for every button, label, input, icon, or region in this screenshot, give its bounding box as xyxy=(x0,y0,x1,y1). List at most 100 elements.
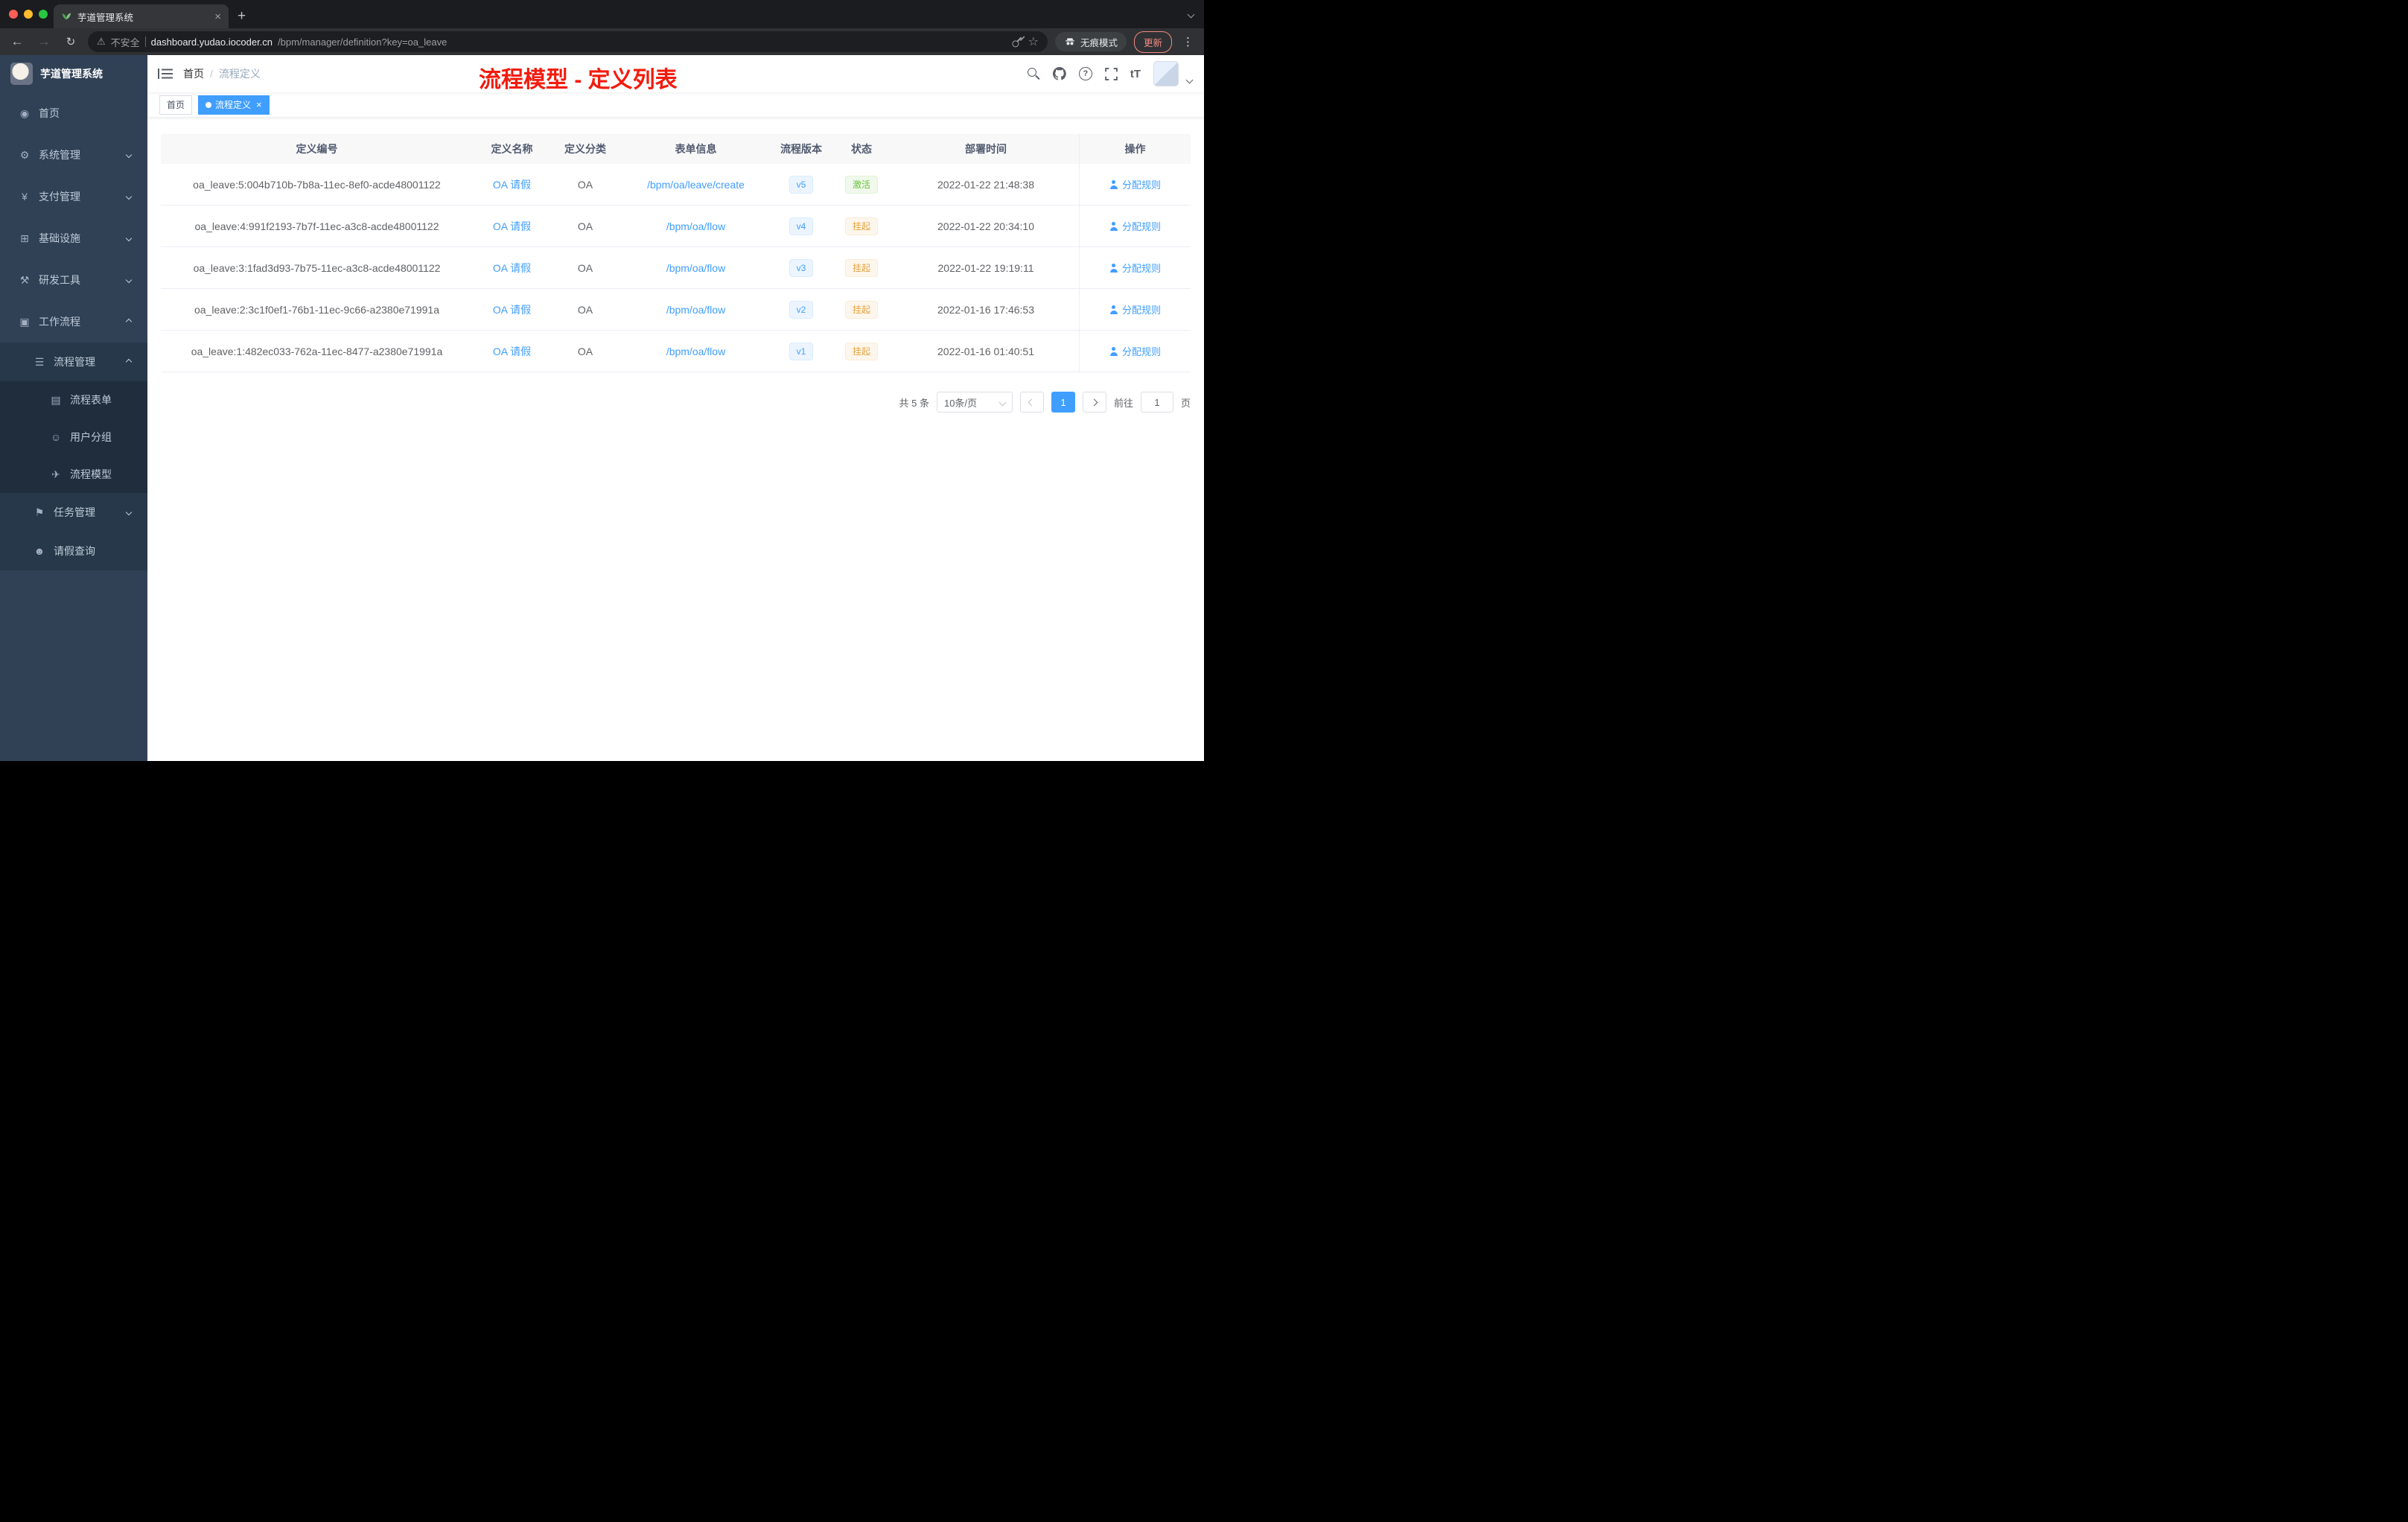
form-info-cell: /bpm/oa/flow xyxy=(619,289,772,330)
tools-icon: ⚒ xyxy=(19,273,30,286)
browser-tab-strip: 芋道管理系统 × + xyxy=(0,0,1204,28)
version-badge: v2 xyxy=(789,300,814,319)
tab-favicon-icon xyxy=(61,10,71,23)
category-cell: OA xyxy=(577,261,593,274)
tag-首页[interactable]: 首页 xyxy=(159,95,193,115)
form-info-link[interactable]: /bpm/oa/leave/create xyxy=(647,179,745,191)
incognito-icon xyxy=(1065,38,1074,45)
page-unit-label: 页 xyxy=(1180,397,1191,409)
minimize-window-button[interactable] xyxy=(24,10,33,19)
definition-name-link[interactable]: OA 请假 xyxy=(493,177,531,192)
close-tab-icon[interactable]: × xyxy=(214,10,221,23)
zoom-window-button[interactable] xyxy=(39,10,48,19)
definition-id-cell: oa_leave:3:1fad3d93-7b75-11ec-a3c8-acde4… xyxy=(193,261,441,274)
close-window-button[interactable] xyxy=(9,10,18,19)
definition-name-link[interactable]: OA 请假 xyxy=(493,261,531,276)
search-icon[interactable] xyxy=(1027,67,1040,80)
definition-name-link[interactable]: OA 请假 xyxy=(493,344,531,359)
sidebar-item-leave-query[interactable]: ☻ 请假查询 xyxy=(0,532,147,570)
user-icon xyxy=(1109,179,1118,189)
collapse-sidebar-button[interactable] xyxy=(158,68,173,80)
github-icon[interactable] xyxy=(1052,67,1066,80)
action-cell: 分配规则 xyxy=(1079,331,1191,372)
sidebar-item-task-management[interactable]: ⚑ 任务管理 xyxy=(0,493,147,532)
sidebar-item-label: 请假查询 xyxy=(54,545,95,557)
header-actions: ? tT xyxy=(1027,61,1194,86)
column-header-7: 操作 xyxy=(1079,134,1191,164)
sidebar-item-label: 工作流程 xyxy=(39,316,80,328)
sidebar-item-dev-tools[interactable]: ⚒ 研发工具 xyxy=(0,259,147,301)
definition-name-link[interactable]: OA 请假 xyxy=(493,219,531,234)
search-tabs-chevron-icon[interactable] xyxy=(1187,7,1195,21)
incognito-badge: 无痕模式 xyxy=(1054,32,1127,51)
version-badge: v4 xyxy=(789,217,814,235)
action-cell: 分配规则 xyxy=(1079,206,1191,246)
assign-rule-button[interactable]: 分配规则 xyxy=(1109,302,1161,316)
person-icon: ☻ xyxy=(34,545,45,557)
close-icon[interactable]: × xyxy=(256,99,262,110)
fullscreen-icon[interactable] xyxy=(1104,67,1118,80)
user-icon xyxy=(1109,346,1118,356)
sidebar-item-process-model[interactable]: ✈ 流程模型 xyxy=(0,456,147,493)
form-info-link[interactable]: /bpm/oa/flow xyxy=(666,304,725,316)
sidebar-item-label: 流程模型 xyxy=(70,468,112,480)
forward-button[interactable]: → xyxy=(34,34,54,49)
definition-id-cell: oa_leave:5:004b710b-7b8a-11ec-8ef0-acde4… xyxy=(193,178,441,191)
sidebar-item-workflow[interactable]: ▣ 工作流程 xyxy=(0,301,147,343)
help-icon[interactable]: ? xyxy=(1078,67,1092,80)
column-header-2: 定义分类 xyxy=(564,143,606,155)
pagination-total: 共 5 条 xyxy=(899,397,929,409)
status-badge: 激活 xyxy=(844,175,878,194)
sidebar-item-user-group[interactable]: ☺ 用户分组 xyxy=(0,418,147,456)
bookmark-star-icon[interactable]: ☆ xyxy=(1028,34,1039,49)
form-info-link[interactable]: /bpm/oa/flow xyxy=(666,220,725,232)
deploy-time-cell: 2022-01-16 17:46:53 xyxy=(937,303,1034,316)
page-1-button[interactable]: 1 xyxy=(1051,392,1075,413)
assign-rule-button[interactable]: 分配规则 xyxy=(1109,344,1161,358)
definition-name-link[interactable]: OA 请假 xyxy=(493,302,531,317)
security-label[interactable]: 不安全 xyxy=(111,35,140,49)
definition-name-cell: OA 请假 xyxy=(473,289,551,330)
back-button[interactable]: ← xyxy=(7,34,27,49)
avatar[interactable] xyxy=(1153,61,1179,86)
sidebar-item-system-management[interactable]: ⚙ 系统管理 xyxy=(0,134,147,176)
tag-流程定义[interactable]: 流程定义 × xyxy=(198,95,270,115)
breadcrumb-home[interactable]: 首页 xyxy=(183,66,204,81)
table-header: 定义编号 定义名称 定义分类 表单信息 流程版本 状态 部署时间 操作 xyxy=(161,134,1191,164)
assign-rule-button[interactable]: 分配规则 xyxy=(1109,219,1161,233)
version-badge: v3 xyxy=(789,258,814,277)
browser-tab[interactable]: 芋道管理系统 × xyxy=(54,4,229,28)
category-cell: OA xyxy=(577,220,593,232)
form-info-link[interactable]: /bpm/oa/flow xyxy=(666,346,725,357)
password-key-icon[interactable] xyxy=(1008,34,1025,51)
new-tab-button[interactable]: + xyxy=(238,8,246,25)
assign-rule-button[interactable]: 分配规则 xyxy=(1109,261,1161,275)
sidebar-item-process-form[interactable]: ▤ 流程表单 xyxy=(0,381,147,418)
status-badge: 挂起 xyxy=(844,300,878,319)
browser-menu-icon[interactable]: ⋮ xyxy=(1179,35,1197,48)
prev-page-button[interactable] xyxy=(1019,392,1044,413)
sidebar-item-payment-management[interactable]: ¥ 支付管理 xyxy=(0,176,147,217)
category-cell: OA xyxy=(577,303,593,316)
reload-button[interactable]: ↻ xyxy=(61,35,80,48)
tab-title: 芋道管理系统 xyxy=(77,12,134,23)
assign-rule-button[interactable]: 分配规则 xyxy=(1109,177,1161,191)
goto-page-input[interactable] xyxy=(1140,392,1173,413)
column-header-3: 表单信息 xyxy=(675,143,717,155)
column-header-6: 部署时间 xyxy=(965,143,1007,155)
flag-icon: ⚑ xyxy=(34,506,45,518)
window-controls xyxy=(9,10,48,19)
sidebar: 芋道管理系统 ◉ 首页 ⚙ 系统管理 ¥ 支付管理 ⊞ 基础设施 ⚒ 研发工具 ▣ 工作流程 ☰ 流程管理… xyxy=(0,55,147,761)
page-size-select[interactable]: 10条/页 xyxy=(936,392,1013,413)
form-info-link[interactable]: /bpm/oa/flow xyxy=(666,262,725,274)
form-info-cell: /bpm/oa/flow xyxy=(619,206,772,246)
sidebar-item-home[interactable]: ◉ 首页 xyxy=(0,92,147,134)
address-bar[interactable]: ⚠ 不安全 dashboard.yudao.iocoder.cn/bpm/man… xyxy=(88,31,1048,52)
next-page-button[interactable] xyxy=(1082,392,1106,413)
sidebar-item-process-management[interactable]: ☰ 流程管理 xyxy=(0,343,147,381)
update-button[interactable]: 更新 xyxy=(1133,31,1172,53)
category-cell: OA xyxy=(577,345,593,357)
font-size-icon[interactable]: tT xyxy=(1130,68,1141,80)
sidebar-item-infrastructure[interactable]: ⊞ 基础设施 xyxy=(0,217,147,259)
avatar-dropdown-icon[interactable] xyxy=(1185,73,1194,86)
